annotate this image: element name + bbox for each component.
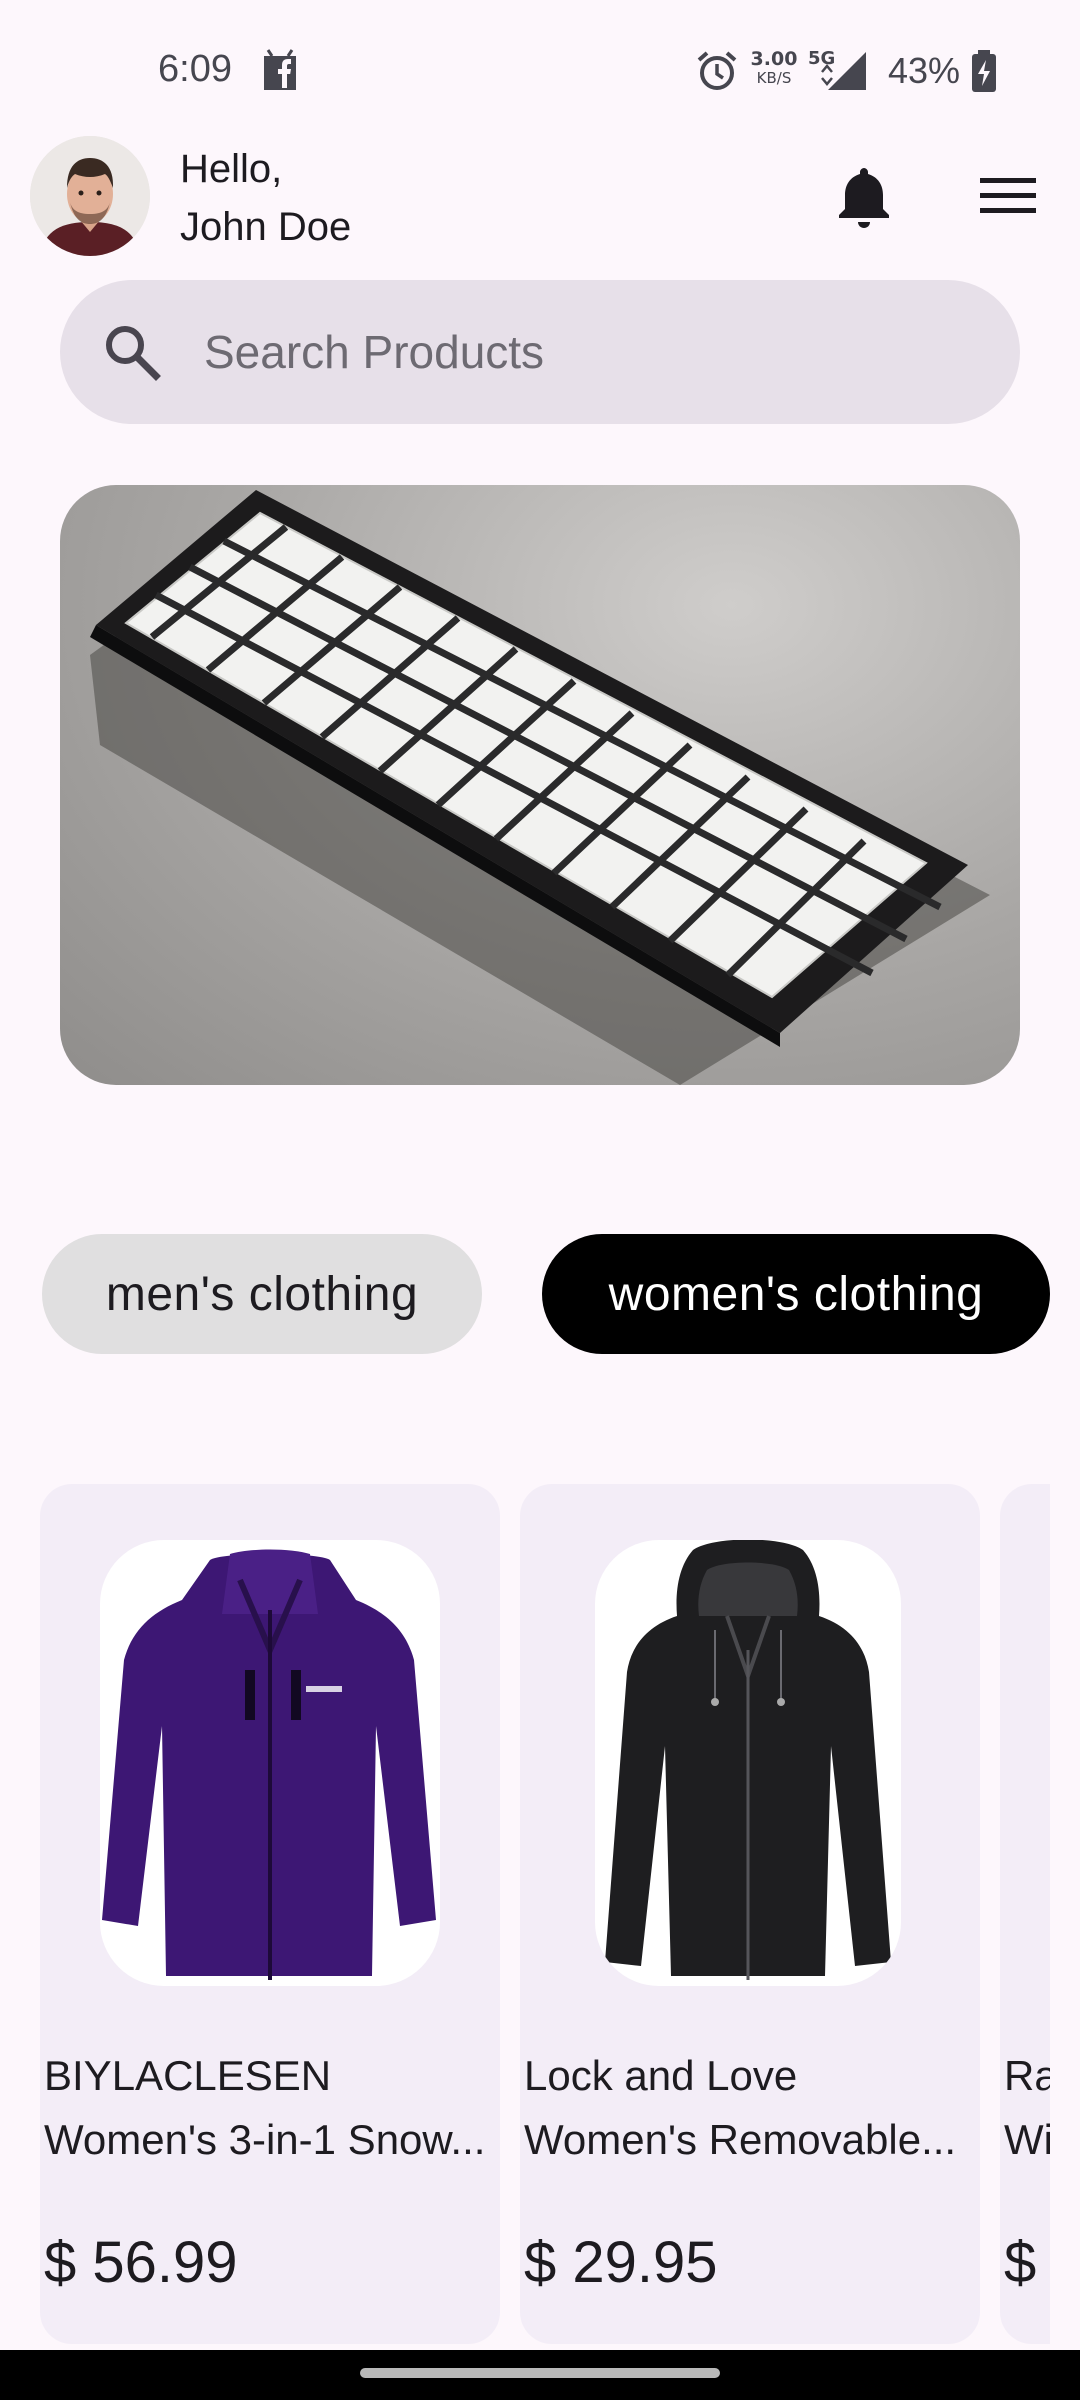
alarm-icon [697,51,737,90]
product-title-line: Ra [1004,2052,1050,2099]
user-name: John Doe [180,205,352,249]
bell-icon[interactable] [834,164,894,228]
product-image [595,1540,901,1986]
signal-icon [821,52,866,90]
search-input[interactable] [204,320,964,384]
facebook-icon [264,49,296,90]
product-title-line: BIYLACLESEN [44,2052,332,2099]
promo-banner-keyboard[interactable] [60,485,1020,1085]
product-card[interactable]: BIYLACLESEN Women's 3-in-1 Snow... $ 56.… [40,1484,500,2344]
product-price: $ [1004,2230,1037,2295]
product-title: Lock and Love Women's Removable... [524,2044,972,2172]
search-icon [106,326,161,381]
product-price: $ 56.99 [44,2230,238,2295]
avatar-image [30,136,150,256]
product-title: Ra Wi [1004,2044,1050,2172]
status-bar: 6:09 3.00 KB/S 5G 43% [0,0,1080,140]
product-title-line: Wi [1004,2116,1050,2163]
status-time: 6:09 [158,48,232,90]
purple-jacket-image [102,1549,436,1980]
product-title-line: Lock and Love [524,2052,798,2099]
network-speed-unit: KB/S [756,69,792,87]
product-card[interactable]: Lock and Love Women's Removable... $ 29.… [520,1484,980,2344]
black-leather-jacket-image [605,1540,891,1980]
product-title-line: Women's 3-in-1 Snow... [44,2116,486,2163]
product-title-line: Women's Removable... [524,2116,957,2163]
avatar[interactable] [30,136,150,256]
greeting-line-hello: Hello, [180,147,283,191]
battery-percent: 43% [888,50,961,91]
category-chip-label: men's clothing [105,1267,419,1321]
category-chip-label: women's clothing [608,1267,984,1321]
greeting: Hello, John Doe [180,140,351,256]
product-price: $ 29.95 [524,2230,718,2295]
search-bar[interactable] [60,280,1020,424]
product-image [100,1540,440,1986]
network-speed: 3.00 KB/S [750,50,798,88]
category-chip-mens-clothing[interactable]: men's clothing [42,1234,482,1354]
category-chip-womens-clothing[interactable]: women's clothing [542,1234,1050,1354]
product-card[interactable]: Ra Wi $ [1000,1484,1050,2344]
menu-icon[interactable] [978,172,1038,220]
product-title: BIYLACLESEN Women's 3-in-1 Snow... [44,2044,492,2172]
product-list[interactable]: BIYLACLESEN Women's 3-in-1 Snow... $ 56.… [40,1484,1050,2364]
keyboard-image [90,490,990,1085]
network-speed-value: 3.00 [750,48,798,70]
battery-charging-icon [972,50,996,92]
gesture-handle[interactable] [360,2368,720,2378]
